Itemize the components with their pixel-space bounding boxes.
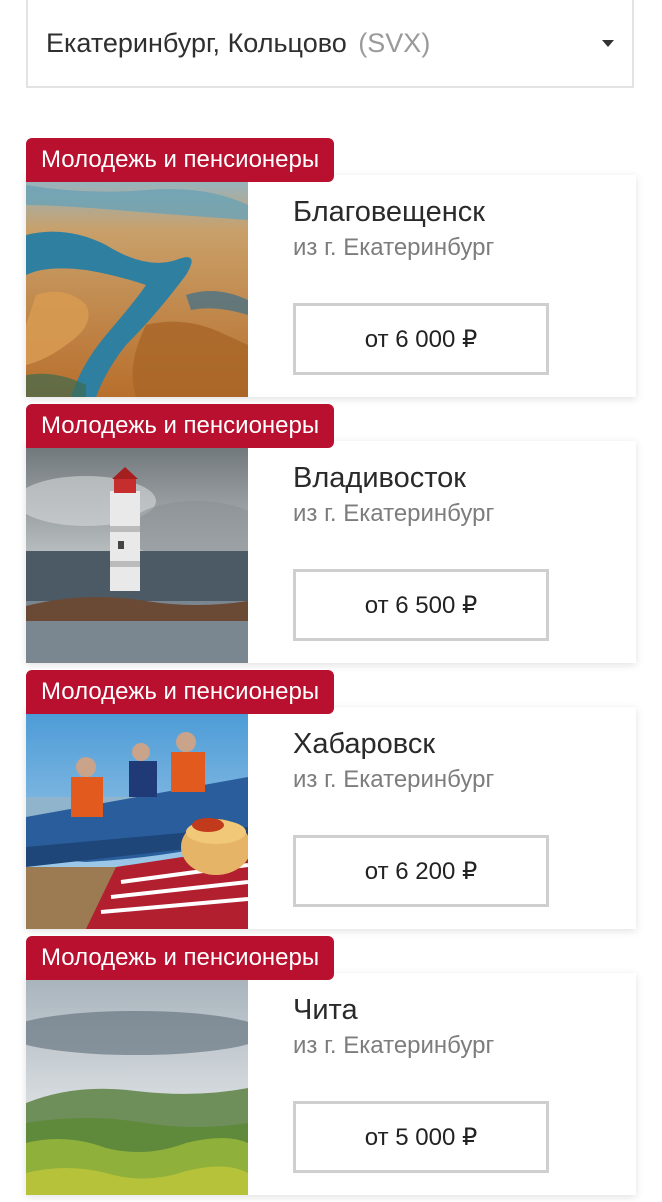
offers-list: Молодежь и пенсионеры Благовещенск из г.… bbox=[0, 138, 662, 1202]
offer-body: Хабаровск из г. Екатеринбург от 6 200 ₽ bbox=[248, 707, 636, 929]
offer-card[interactable]: Хабаровск из г. Екатеринбург от 6 200 ₽ bbox=[26, 707, 636, 929]
origin-city: Екатеринбург, Кольцово bbox=[46, 27, 347, 58]
destination-city: Чита bbox=[293, 994, 358, 1026]
price-button[interactable]: от 6 000 ₽ bbox=[293, 303, 549, 375]
offer-card[interactable]: Владивосток из г. Екатеринбург от 6 500 … bbox=[26, 441, 636, 663]
origin-code: (SVX) bbox=[358, 27, 431, 58]
offer-body: Благовещенск из г. Екатеринбург от 6 000… bbox=[248, 175, 636, 397]
offer-badge: Молодежь и пенсионеры bbox=[26, 404, 335, 448]
offer-item: Молодежь и пенсионеры bbox=[0, 936, 662, 1202]
origin-airport-select[interactable]: Екатеринбург, Кольцово (SVX) bbox=[26, 0, 634, 88]
offer-card[interactable]: Чита из г. Екатеринбург от 5 000 ₽ bbox=[26, 973, 636, 1195]
destination-city: Владивосток bbox=[293, 462, 466, 494]
offer-body: Чита из г. Екатеринбург от 5 000 ₽ bbox=[248, 973, 636, 1195]
offer-body: Владивосток из г. Екатеринбург от 6 500 … bbox=[248, 441, 636, 663]
offer-badge: Молодежь и пенсионеры bbox=[26, 936, 335, 980]
offer-image-fishermen bbox=[26, 707, 248, 929]
price-button[interactable]: от 5 000 ₽ bbox=[293, 1101, 549, 1173]
offer-image-lighthouse bbox=[26, 441, 248, 663]
departure-city: из г. Екатеринбург bbox=[293, 1032, 495, 1059]
offer-item: Молодежь и пенсионеры bbox=[0, 670, 662, 936]
offer-item: Молодежь и пенсионеры bbox=[0, 138, 662, 404]
departure-city: из г. Екатеринбург bbox=[293, 234, 495, 261]
departure-city: из г. Екатеринбург bbox=[293, 766, 495, 793]
destination-city: Благовещенск bbox=[293, 196, 485, 228]
price-button[interactable]: от 6 500 ₽ bbox=[293, 569, 549, 641]
offer-image-river-delta bbox=[26, 175, 248, 397]
offer-badge: Молодежь и пенсионеры bbox=[26, 138, 335, 182]
departure-city: из г. Екатеринбург bbox=[293, 500, 495, 527]
offer-badge: Молодежь и пенсионеры bbox=[26, 670, 335, 714]
offer-image-hills bbox=[26, 973, 248, 1195]
destination-city: Хабаровск bbox=[293, 728, 436, 760]
chevron-down-icon[interactable] bbox=[602, 39, 614, 47]
offer-card[interactable]: Благовещенск из г. Екатеринбург от 6 000… bbox=[26, 175, 636, 397]
offer-item: Молодежь и пенсионеры bbox=[0, 404, 662, 670]
origin-airport-label: Екатеринбург, Кольцово (SVX) bbox=[46, 28, 430, 59]
price-button[interactable]: от 6 200 ₽ bbox=[293, 835, 549, 907]
